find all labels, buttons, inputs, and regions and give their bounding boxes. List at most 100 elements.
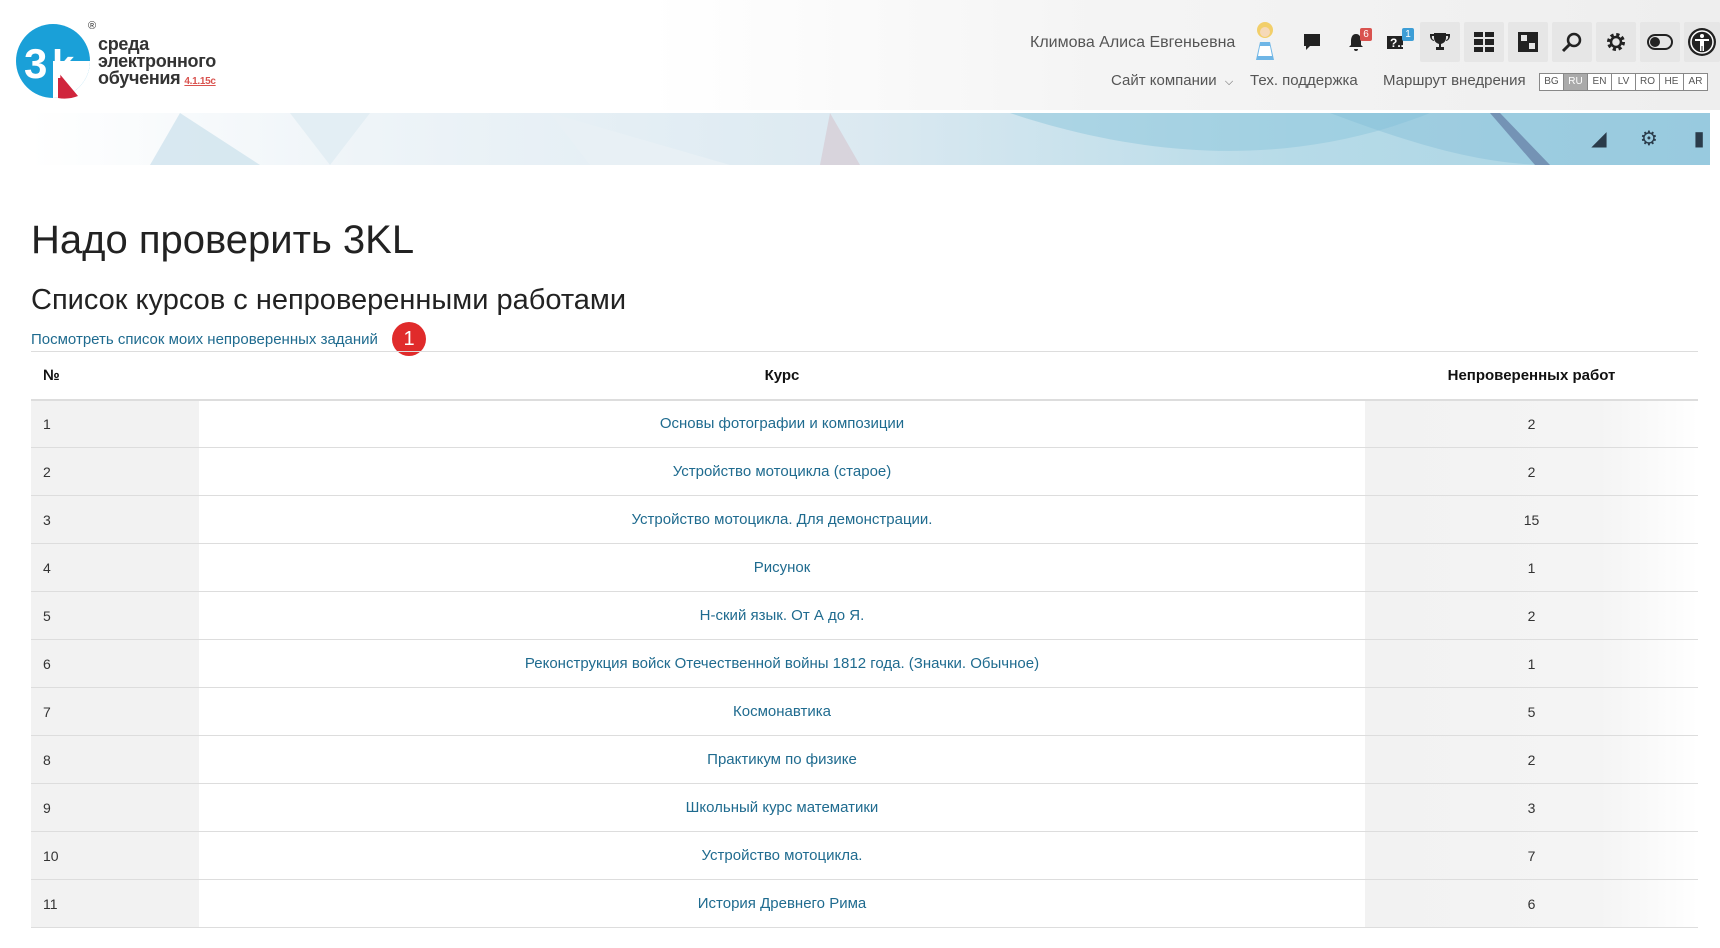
- course-link[interactable]: Устройство мотоцикла. Для демонстрации.: [632, 511, 933, 528]
- row-num: 1: [31, 399, 199, 448]
- row-count: 2: [1365, 591, 1698, 640]
- dashboard-button[interactable]: [1464, 22, 1504, 62]
- my-unchecked-tasks-link[interactable]: Посмотреть список моих непроверенных зад…: [31, 331, 378, 348]
- avatar[interactable]: [1248, 20, 1282, 62]
- page-subtitle: Список курсов с непроверенными работами: [31, 284, 627, 316]
- lang-ar[interactable]: AR: [1683, 73, 1708, 91]
- gear-icon[interactable]: ⚙: [1637, 127, 1661, 151]
- lang-ro[interactable]: RO: [1635, 73, 1660, 91]
- row-count: 7: [1365, 831, 1698, 880]
- table-header-row: № Курс Непроверенных работ: [31, 351, 1698, 401]
- row-count: 1: [1365, 639, 1698, 688]
- questions-badge: 1: [1402, 28, 1414, 41]
- header-num: №: [31, 351, 199, 401]
- row-num: 5: [31, 591, 199, 640]
- row-num: 8: [31, 735, 199, 784]
- toggle-icon: [1647, 34, 1673, 50]
- table-row: 7 Космонавтика 5: [31, 687, 1698, 736]
- svg-text:k: k: [52, 43, 75, 87]
- course-link[interactable]: Практикум по физике: [707, 751, 857, 768]
- course-link[interactable]: Реконструкция войск Отечественной войны …: [525, 655, 1039, 672]
- page-title: Надо проверить 3KL: [31, 218, 415, 262]
- notifications-button[interactable]: 6: [1336, 22, 1376, 62]
- row-count: 3: [1365, 783, 1698, 832]
- send-icon[interactable]: ◢: [1587, 127, 1611, 151]
- nav-company-site[interactable]: Сайт компании ⌵: [1111, 72, 1233, 89]
- header-count: Непроверенных работ: [1365, 351, 1698, 401]
- row-course: История Древнего Рима: [199, 880, 1365, 928]
- course-link[interactable]: Устройство мотоцикла.: [702, 847, 863, 864]
- course-link[interactable]: Рисунок: [754, 559, 811, 576]
- row-count: 6: [1365, 879, 1698, 928]
- search-button[interactable]: [1552, 22, 1592, 62]
- row-course: Н-ский язык. От А до Я.: [199, 592, 1365, 640]
- row-course: Устройство мотоцикла. Для демонстрации.: [199, 496, 1365, 544]
- course-link[interactable]: Н-ский язык. От А до Я.: [700, 607, 865, 624]
- puzzle-icon: [1518, 32, 1538, 52]
- lang-bg[interactable]: BG: [1539, 73, 1564, 91]
- table-row: 2 Устройство мотоцикла (старое) 2: [31, 447, 1698, 496]
- row-num: 3: [31, 495, 199, 544]
- lang-ru[interactable]: RU: [1563, 73, 1588, 91]
- svg-text:3: 3: [24, 40, 47, 87]
- row-course: Основы фотографии и композиции: [199, 400, 1365, 448]
- row-course: Устройство мотоцикла (старое): [199, 448, 1365, 496]
- lang-he[interactable]: HE: [1659, 73, 1684, 91]
- course-link[interactable]: Устройство мотоцикла (старое): [673, 463, 892, 480]
- nav-roadmap[interactable]: Маршрут внедрения: [1383, 72, 1526, 89]
- row-num: 7: [31, 687, 199, 736]
- user-name[interactable]: Климова Алиса Евгеньевна: [1030, 34, 1235, 52]
- questions-button[interactable]: ?.. 1: [1378, 22, 1418, 62]
- nav-support[interactable]: Тех. поддержка: [1250, 72, 1358, 89]
- table-row: 10 Устройство мотоцикла. 7: [31, 831, 1698, 880]
- table-row: 1 Основы фотографии и композиции 2: [31, 399, 1698, 448]
- language-switcher: BG RU EN LV RO HE AR: [1539, 73, 1708, 91]
- logo-version[interactable]: 4.1.15c: [184, 76, 216, 87]
- messages-button[interactable]: [1292, 22, 1332, 62]
- course-link[interactable]: Школьный курс математики: [686, 799, 879, 816]
- row-count: 2: [1365, 399, 1698, 448]
- course-link[interactable]: Основы фотографии и композиции: [660, 415, 904, 432]
- logo-line-3-text: обучения: [98, 68, 181, 88]
- lang-lv[interactable]: LV: [1611, 73, 1636, 91]
- table-row: 11 История Древнего Рима 6: [31, 879, 1698, 928]
- row-course: Устройство мотоцикла.: [199, 832, 1365, 880]
- course-link[interactable]: Космонавтика: [733, 703, 831, 720]
- grid-icon: [1474, 32, 1494, 52]
- header-course: Курс: [199, 351, 1365, 401]
- settings-button[interactable]: [1596, 22, 1636, 62]
- accessibility-icon: [1688, 28, 1716, 56]
- chevron-down-icon: ⌵: [1224, 76, 1234, 88]
- save-icon[interactable]: ▮: [1687, 127, 1710, 151]
- row-count: 5: [1365, 687, 1698, 736]
- table-row: 9 Школьный курс математики 3: [31, 783, 1698, 832]
- logo-text: среда электронного обучения 4.1.15c: [98, 35, 216, 90]
- accessibility-button[interactable]: [1684, 22, 1720, 62]
- table-row: 5 Н-ский язык. От А до Я. 2: [31, 591, 1698, 640]
- nav-company-site-label: Сайт компании: [1111, 72, 1217, 89]
- page-banner: ◢ ⚙ ▮: [30, 113, 1710, 165]
- logo-mark-icon: 3 k: [16, 24, 90, 99]
- row-num: 9: [31, 783, 199, 832]
- row-count: 1: [1365, 543, 1698, 592]
- row-course: Реконструкция войск Отечественной войны …: [199, 640, 1365, 688]
- courses-button[interactable]: [1508, 22, 1548, 62]
- row-num: 2: [31, 447, 199, 496]
- row-course: Практикум по физике: [199, 736, 1365, 784]
- achievements-button[interactable]: [1420, 22, 1460, 62]
- theme-toggle-button[interactable]: [1640, 22, 1680, 62]
- notifications-badge: 6: [1360, 28, 1372, 41]
- row-num: 10: [31, 831, 199, 880]
- unchecked-courses-table: № Курс Непроверенных работ 1 Основы фотог…: [31, 351, 1698, 928]
- row-course: Космонавтика: [199, 688, 1365, 736]
- table-row: 8 Практикум по физике 2: [31, 735, 1698, 784]
- trophy-icon: [1429, 33, 1451, 50]
- row-num: 6: [31, 639, 199, 688]
- gear-icon: [1607, 33, 1625, 51]
- course-link[interactable]: История Древнего Рима: [698, 895, 866, 912]
- logo[interactable]: 3 k ® среда электронного обучения 4.1.15c: [14, 20, 234, 100]
- logo-registered-mark: ®: [88, 20, 97, 32]
- lang-en[interactable]: EN: [1587, 73, 1612, 91]
- table-row: 3 Устройство мотоцикла. Для демонстрации.…: [31, 495, 1698, 544]
- row-course: Рисунок: [199, 544, 1365, 592]
